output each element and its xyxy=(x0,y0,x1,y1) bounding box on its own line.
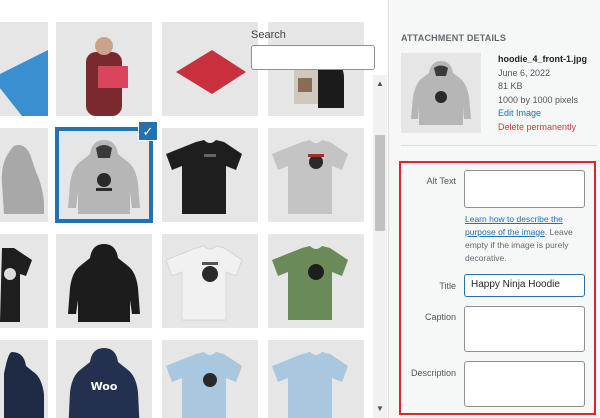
fields-highlight-box xyxy=(399,161,596,415)
media-tile[interactable] xyxy=(268,340,364,418)
search-label: Search xyxy=(251,29,286,41)
media-tile[interactable] xyxy=(162,22,258,116)
media-tile[interactable] xyxy=(0,128,48,222)
media-tile[interactable] xyxy=(0,234,48,328)
scroll-down-arrow-icon[interactable]: ▼ xyxy=(375,404,385,414)
edit-image-link[interactable]: Edit Image xyxy=(498,107,587,121)
selected-check-icon[interactable]: ✓ xyxy=(138,121,158,141)
media-tile[interactable] xyxy=(0,340,48,418)
svg-text:Woo: Woo xyxy=(91,380,118,393)
attachment-filename: hoodie_4_front-1.jpg xyxy=(498,54,588,64)
attachment-details-heading: ATTACHMENT DETAILS xyxy=(401,33,507,43)
media-tile[interactable] xyxy=(268,128,364,222)
media-tile[interactable] xyxy=(162,234,258,328)
search-input[interactable] xyxy=(251,45,375,70)
attachment-filesize: 81 KB xyxy=(498,81,523,91)
media-tile[interactable] xyxy=(162,128,258,222)
media-tile[interactable] xyxy=(268,234,364,328)
grid-scrollbar[interactable]: ▲ ▼ xyxy=(373,75,387,418)
media-tile[interactable] xyxy=(56,234,152,328)
attachment-dimensions: 1000 by 1000 pixels xyxy=(498,94,579,105)
media-tile[interactable] xyxy=(56,22,152,116)
media-tile[interactable] xyxy=(0,22,48,116)
media-tile[interactable]: Woo xyxy=(56,340,152,418)
sidebar-divider xyxy=(401,145,597,146)
attachment-thumbnail xyxy=(401,53,481,133)
attachment-meta: hoodie_4_front-1.jpg June 6, 2022 81 KB … xyxy=(498,53,587,134)
scroll-up-arrow-icon[interactable]: ▲ xyxy=(375,79,385,89)
media-tile-selected[interactable] xyxy=(56,128,152,222)
scroll-thumb[interactable] xyxy=(375,135,385,231)
delete-permanently-link[interactable]: Delete permanently xyxy=(498,121,587,135)
attachment-date: June 6, 2022 xyxy=(498,67,551,78)
media-tile[interactable] xyxy=(162,340,258,418)
